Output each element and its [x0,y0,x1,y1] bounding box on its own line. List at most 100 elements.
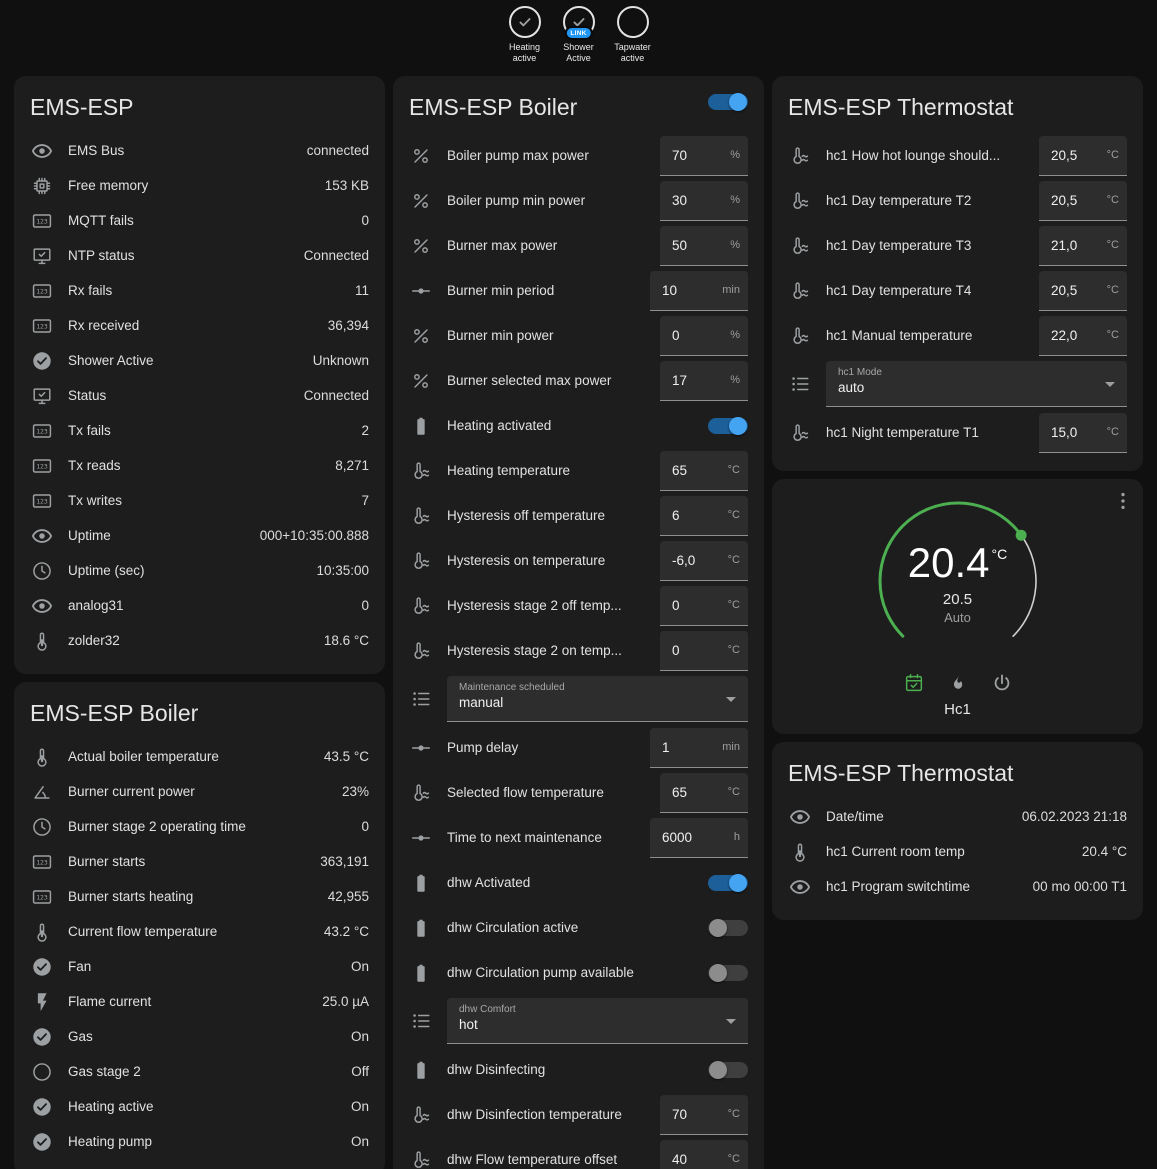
entity-row-uptime-sec[interactable]: Uptime (sec)10:35:00 [30,553,369,588]
dial-text: 20.4°C 20.5 Auto [868,491,1048,671]
row-label: Heating temperature [447,463,646,478]
number-input-hc1-how-hot-lounge-should[interactable]: 20,5°C [1039,136,1127,176]
select-hc1-mode[interactable]: hc1 Modeauto [826,361,1127,407]
coolant-icon [409,781,433,805]
number-input-boiler-pump-min-power[interactable]: 30% [660,181,748,221]
entity-row-tx-writes[interactable]: 123Tx writes7 [30,483,369,518]
number-input-burner-min-period[interactable]: 10min [650,271,748,311]
select-maintenance-scheduled[interactable]: Maintenance scheduledmanual [447,676,748,722]
number-input-heating-temperature[interactable]: 65°C [660,451,748,491]
entity-row-zolder32[interactable]: zolder3218.6 °C [30,623,369,658]
thermostat-dial[interactable]: 20.4°C 20.5 Auto [868,491,1048,671]
counter-icon: 123 [30,885,54,909]
number-input-burner-selected-max-power[interactable]: 17% [660,361,748,401]
calendar-check-icon[interactable] [902,671,926,695]
entity-row-current-flow-temperature[interactable]: Current flow temperature43.2 °C [30,914,369,949]
entity-row-flame-current[interactable]: Flame current25.0 µA [30,984,369,1019]
entity-row-heating-active[interactable]: Heating activeOn [30,1089,369,1124]
svg-text:123: 123 [36,322,48,330]
number-input-hc1-day-temperature-t2[interactable]: 20,5°C [1039,181,1127,221]
number-input-hc1-day-temperature-t4[interactable]: 20,5°C [1039,271,1127,311]
number-input-pump-delay[interactable]: 1min [650,728,748,768]
entity-row-burner-starts-heating[interactable]: 123Burner starts heating42,955 [30,879,369,914]
power-icon[interactable] [990,671,1014,695]
entity-row-status[interactable]: StatusConnected [30,378,369,413]
entity-row-tx-fails[interactable]: 123Tx fails2 [30,413,369,448]
fire-icon[interactable] [946,671,970,695]
number-input-hysteresis-stage-2-off-temp[interactable]: 0°C [660,586,748,626]
number-input-hc1-day-temperature-t3[interactable]: 21,0°C [1039,226,1127,266]
coolant-icon [409,594,433,618]
entity-row-hc1-current-room-temp[interactable]: hc1 Current room temp20.4 °C [788,834,1127,869]
number-input-hysteresis-off-temperature[interactable]: 6°C [660,496,748,536]
badge-heating-active[interactable]: Heating active [502,6,548,72]
badge-shower-active[interactable]: LINK Shower Active [556,6,602,72]
entity-row-burner-stage-2-operating-time[interactable]: Burner stage 2 operating time0 [30,809,369,844]
number-input-dhw-flow-temperature-offset[interactable]: 40°C [660,1140,748,1169]
card-thermostat-controls: EMS-ESP Thermostat hc1 How hot lounge sh… [772,76,1143,471]
entity-row-hc1-night-temperature-t1: hc1 Night temperature T115,0°C [788,410,1127,455]
entity-row-time-to-next-maintenance: Time to next maintenance6000h [409,815,748,860]
card-title: EMS-ESP Boiler [30,698,369,739]
entity-row-actual-boiler-temperature[interactable]: Actual boiler temperature43.5 °C [30,739,369,774]
entity-row-shower-active[interactable]: Shower ActiveUnknown [30,343,369,378]
entity-row-tx-reads[interactable]: 123Tx reads8,271 [30,448,369,483]
entity-row-heating-pump[interactable]: Heating pumpOn [30,1124,369,1159]
toggle-dhw-disinfecting[interactable] [708,1060,748,1080]
thermometer-icon [30,629,54,653]
entity-row-ntp-status[interactable]: NTP statusConnected [30,238,369,273]
number-input-dhw-disinfection-temperature[interactable]: 70°C [660,1095,748,1135]
entity-row-gas[interactable]: GasOn [30,1019,369,1054]
entity-row-burner-current-power[interactable]: Burner current power23% [30,774,369,809]
number-input-burner-max-power[interactable]: 50% [660,226,748,266]
row-label: dhw Disinfecting [447,1062,694,1077]
number-input-time-to-next-maintenance[interactable]: 6000h [650,818,748,858]
toggle-heating-activated[interactable] [708,416,748,436]
entity-row-ems-bus[interactable]: EMS Busconnected [30,133,369,168]
toggle-dhw-activated[interactable] [708,873,748,893]
badge-tapwater-active[interactable]: Tapwater active [610,6,656,72]
row-label: Actual boiler temperature [68,749,310,764]
entity-row-gas-stage-2[interactable]: Gas stage 2Off [30,1054,369,1089]
target-temperature: 20.5 [943,591,972,608]
entity-row-boiler-pump-min-power: Boiler pump min power30% [409,178,748,223]
number-input-hysteresis-on-temperature[interactable]: -6,0°C [660,541,748,581]
row-value: 23% [342,784,369,799]
number-input-boiler-pump-max-power[interactable]: 70% [660,136,748,176]
number-input-hc1-night-temperature-t1[interactable]: 15,0°C [1039,413,1127,453]
number-input-hysteresis-stage-2-on-temp[interactable]: 0°C [660,631,748,671]
entity-row-uptime[interactable]: Uptime000+10:35:00.888 [30,518,369,553]
row-label: Shower Active [68,353,299,368]
boiler-card-toggle[interactable] [708,92,748,112]
entity-row-date-time[interactable]: Date/time06.02.2023 21:18 [788,799,1127,834]
entity-row-heating-temperature: Heating temperature 65°C [409,448,748,493]
entity-row-hysteresis-stage-2-on-temp: Hysteresis stage 2 on temp...0°C [409,628,748,673]
entity-row-free-memory[interactable]: Free memory153 KB [30,168,369,203]
dots-vertical-icon[interactable] [1111,489,1135,513]
entity-row-burner-starts[interactable]: 123Burner starts363,191 [30,844,369,879]
number-input-selected-flow-temperature[interactable]: 65°C [660,773,748,813]
coolant-icon [788,189,812,213]
select-dhw-comfort[interactable]: dhw Comforthot [447,998,748,1044]
entity-row-hysteresis-off-temperature: Hysteresis off temperature6°C [409,493,748,538]
entity-row-hysteresis-stage-2-off-temp: Hysteresis stage 2 off temp...0°C [409,583,748,628]
toggle-dhw-circulation-pump-available[interactable] [708,963,748,983]
row-value: Connected [304,388,369,403]
row-label: Tx reads [68,458,321,473]
check-circle-icon [30,1130,54,1154]
entity-row-fan[interactable]: FanOn [30,949,369,984]
row-label: Burner max power [447,238,646,253]
entity-row-hc1-day-temperature-t3: hc1 Day temperature T321,0°C [788,223,1127,268]
entity-row-analog31[interactable]: analog310 [30,588,369,623]
row-label: hc1 Day temperature T2 [826,193,1025,208]
number-input-burner-min-power[interactable]: 0% [660,316,748,356]
toggle-dhw-circulation-active[interactable] [708,918,748,938]
entity-row-mqtt-fails[interactable]: 123MQTT fails0 [30,203,369,238]
entity-row-rx-received[interactable]: 123Rx received36,394 [30,308,369,343]
number-input-hc1-manual-temperature[interactable]: 22,0°C [1039,316,1127,356]
coolant-icon [409,459,433,483]
entity-row-hc1-program-switchtime[interactable]: hc1 Program switchtime00 mo 00:00 T1 [788,869,1127,904]
entity-row-rx-fails[interactable]: 123Rx fails11 [30,273,369,308]
counter-icon: 123 [30,850,54,874]
select-value: auto [838,380,1093,395]
